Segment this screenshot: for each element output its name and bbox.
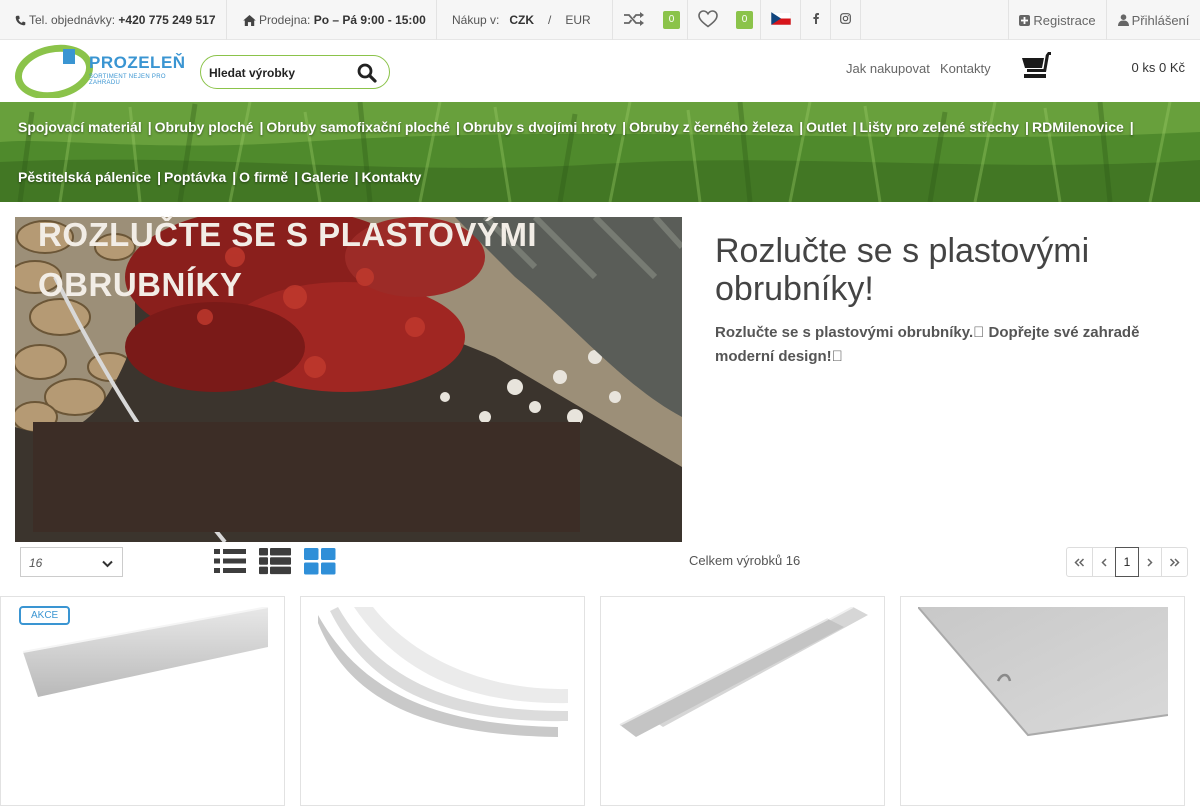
search-input[interactable] (209, 63, 349, 83)
login-link[interactable]: Přihlášení (1107, 0, 1200, 40)
instagram-icon (840, 13, 851, 27)
total-products: Celkem výrobků 16 (689, 553, 801, 568)
currency-czk[interactable]: CZK (509, 13, 534, 27)
sale-badge: AKCE (19, 606, 71, 625)
hero-banner-line-1: ROZLUČTE SE S PLASTOVÝMI (38, 216, 538, 253)
per-page-select[interactable]: 16 (20, 547, 123, 577)
shop-hours: Prodejna: Po – Pá 9:00 - 15:00 (227, 0, 437, 40)
menu-item-obruby-samofixacni[interactable]: Obruby samofixační ploché (266, 119, 450, 135)
menu-item-rdmilenovice[interactable]: RDMilenovice (1032, 119, 1124, 135)
plus-square-icon (1019, 14, 1031, 26)
cart-button[interactable] (1020, 50, 1052, 87)
shop-label: Prodejna: (259, 13, 311, 27)
phone-label: Tel. objednávky: (29, 13, 116, 27)
menu-row-2: Pěstitelská pálenice | Poptávka | O firmě |… (18, 169, 422, 185)
main-menu: Spojovací materiál | Obruby ploché | Obrub… (0, 102, 1200, 202)
menu-item-o-firme[interactable]: O firmě (239, 169, 288, 185)
list-view-button[interactable] (214, 547, 246, 580)
facebook-icon (812, 13, 819, 27)
hero-banner-overlay (33, 422, 580, 532)
facebook-link[interactable] (801, 0, 831, 40)
double-chevron-left-icon (1074, 557, 1085, 567)
currency-separator: / (548, 13, 552, 27)
grass-background (0, 102, 1200, 202)
register-label: Registrace (1033, 12, 1096, 28)
shuffle-icon (623, 11, 645, 30)
home-icon (243, 14, 256, 26)
search-button[interactable] (354, 60, 380, 86)
wishlist-count: 0 (736, 11, 753, 29)
language-czech[interactable] (761, 0, 801, 40)
next-page-button[interactable] (1138, 547, 1162, 577)
user-icon (1117, 14, 1129, 26)
cart-summary[interactable]: 0 ks 0 Kč (1110, 60, 1185, 75)
product-card[interactable]: AKCE (0, 596, 285, 806)
hero-banner-line-2: OBRUBNÍKY (38, 266, 243, 303)
menu-item-galerie[interactable]: Galerie (301, 169, 348, 185)
compare-button[interactable]: 0 (613, 0, 688, 40)
menu-item-obruby-cerne-zelezo[interactable]: Obruby z černého železa (629, 119, 793, 135)
prev-page-button[interactable] (1092, 547, 1116, 577)
grid-icon (304, 548, 336, 575)
logo-tagline: SORTIMENT NEJEN PRO ZAHRADU (89, 74, 166, 86)
instagram-link[interactable] (831, 0, 861, 40)
grid-view-button[interactable] (304, 547, 336, 580)
last-page-button[interactable] (1161, 547, 1188, 577)
menu-item-outlet[interactable]: Outlet (806, 119, 846, 135)
flat-edging-strip-icon (22, 607, 268, 697)
currency-label: Nákup v: (452, 13, 500, 27)
detail-list-view-button[interactable] (259, 547, 291, 580)
search-icon (357, 63, 377, 83)
menu-item-obruby-dvojimi-hroty[interactable]: Obruby s dvojími hroty (463, 119, 616, 135)
site-logo[interactable]: PROZELEŇ SORTIMENT NEJEN PRO ZAHRADU (14, 43, 186, 100)
page-1-button[interactable]: 1 (1115, 547, 1139, 577)
menu-item-spojovaci-material[interactable]: Spojovací materiál (18, 119, 142, 135)
menu-item-pestitelska-palenice[interactable]: Pěstitelská pálenice (18, 169, 151, 185)
hero-title: Rozlučte se s plastovými obrubníky! (715, 232, 1090, 308)
register-link[interactable]: Registrace (1008, 0, 1107, 40)
product-card[interactable] (300, 596, 585, 806)
menu-item-kontakty[interactable]: Kontakty (362, 169, 422, 185)
first-page-button[interactable] (1066, 547, 1093, 577)
shop-hours-value: Po – Pá 9:00 - 15:00 (313, 13, 426, 27)
straight-edging-strips-icon (619, 607, 868, 737)
phone-icon (15, 15, 26, 26)
czech-flag-icon (770, 11, 791, 28)
th-list-icon (259, 548, 291, 575)
currency-switch: Nákup v: CZK / EUR (437, 0, 613, 40)
menu-item-poptavka[interactable]: Poptávka (164, 169, 226, 185)
how-to-buy-link[interactable]: Jak nakupovat (846, 61, 930, 76)
top-bar: Tel. objednávky: +420 775 249 517 Prodej… (0, 0, 1200, 40)
order-phone[interactable]: Tel. objednávky: +420 775 249 517 (0, 0, 227, 40)
menu-item-obruby-ploche[interactable]: Obruby ploché (155, 119, 254, 135)
double-chevron-right-icon (1169, 557, 1180, 567)
hero-subtitle: Rozlučte se s plastovými obrubníky.  Dop… (715, 324, 1140, 365)
currency-eur[interactable]: EUR (565, 13, 590, 27)
wishlist-button[interactable]: 0 (688, 0, 761, 40)
product-card[interactable] (900, 596, 1185, 806)
product-card[interactable] (600, 596, 885, 806)
chevron-left-icon (1101, 557, 1107, 567)
flat-sheet-edging-icon (918, 607, 1168, 737)
compare-count: 0 (663, 11, 680, 29)
chevron-right-icon (1147, 557, 1153, 567)
heart-icon (698, 9, 718, 31)
phone-number[interactable]: +420 775 249 517 (118, 13, 215, 27)
logo-name: PROZELEŇ (89, 53, 186, 72)
site-header: PROZELEŇ SORTIMENT NEJEN PRO ZAHRADU Jak… (0, 40, 1200, 102)
chevron-down-icon (102, 557, 113, 571)
list-icon (214, 549, 246, 573)
menu-row-1: Spojovací materiál | Obruby ploché | Obrub… (18, 119, 1134, 135)
menu-item-listy-zelene-strechy[interactable]: Lišty pro zelené střechy (860, 119, 1020, 135)
contacts-link[interactable]: Kontakty (940, 61, 991, 76)
pagination: 1 (1066, 547, 1188, 577)
per-page-value: 16 (29, 556, 43, 570)
login-label: Přihlášení (1131, 12, 1190, 28)
shopping-cart-icon (1022, 52, 1051, 78)
curved-edging-strips-icon (318, 607, 568, 737)
search-box (200, 55, 390, 89)
